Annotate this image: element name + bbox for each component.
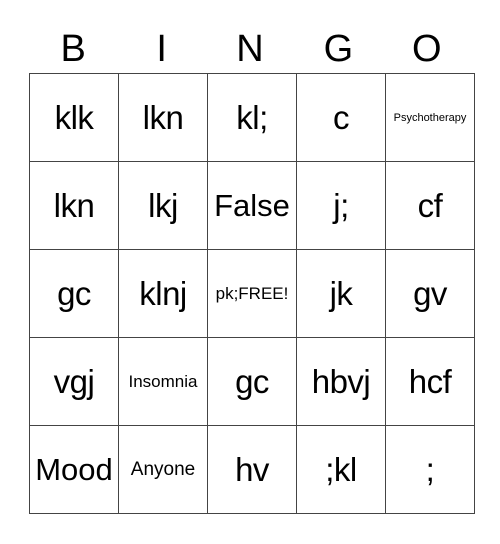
bingo-cell[interactable]: kl; <box>207 73 297 162</box>
bingo-cell[interactable]: ;kl <box>296 425 386 514</box>
header-letter-n: N <box>236 28 264 70</box>
header-letter-o: O <box>412 28 442 70</box>
bingo-cell[interactable]: hbvj <box>296 337 386 426</box>
bingo-card: klk lkn kl; c Psychotherapy lkn lkj False j; cf gc… <box>29 73 475 514</box>
header-letter-g: G <box>323 28 354 70</box>
bingo-row: vgj Insomnia gc hbvj hcf <box>29 337 475 426</box>
bingo-cell[interactable]: hv <box>207 425 297 514</box>
bingo-cell[interactable]: klk <box>29 73 119 162</box>
bingo-header: B I N G O <box>29 26 471 72</box>
bingo-cell[interactable]: Insomnia <box>118 337 208 426</box>
bingo-cell[interactable]: ; <box>385 425 475 514</box>
bingo-cell[interactable]: lkn <box>118 73 208 162</box>
bingo-cell[interactable]: klnj <box>118 249 208 338</box>
bingo-row: lkn lkj False j; cf <box>29 161 475 250</box>
bingo-cell[interactable]: gv <box>385 249 475 338</box>
header-letter-i: I <box>156 28 167 70</box>
bingo-cell[interactable]: cf <box>385 161 475 250</box>
header-letter-b: B <box>60 28 86 70</box>
bingo-cell[interactable]: False <box>207 161 297 250</box>
bingo-cell[interactable]: hcf <box>385 337 475 426</box>
bingo-cell[interactable]: vgj <box>29 337 119 426</box>
bingo-cell[interactable]: Mood <box>29 425 119 514</box>
bingo-cell[interactable]: gc <box>29 249 119 338</box>
bingo-cell[interactable]: j; <box>296 161 386 250</box>
bingo-row: gc klnj pk;FREE! jk gv <box>29 249 475 338</box>
bingo-row: klk lkn kl; c Psychotherapy <box>29 73 475 162</box>
bingo-cell[interactable]: gc <box>207 337 297 426</box>
bingo-cell[interactable]: Psychotherapy <box>385 73 475 162</box>
bingo-cell[interactable]: lkj <box>118 161 208 250</box>
bingo-cell[interactable]: jk <box>296 249 386 338</box>
bingo-cell[interactable]: lkn <box>29 161 119 250</box>
bingo-cell[interactable]: c <box>296 73 386 162</box>
bingo-row: Mood Anyone hv ;kl; <box>29 425 475 514</box>
bingo-cell[interactable]: Anyone <box>118 425 208 514</box>
bingo-cell[interactable]: pk;FREE! <box>207 249 297 338</box>
